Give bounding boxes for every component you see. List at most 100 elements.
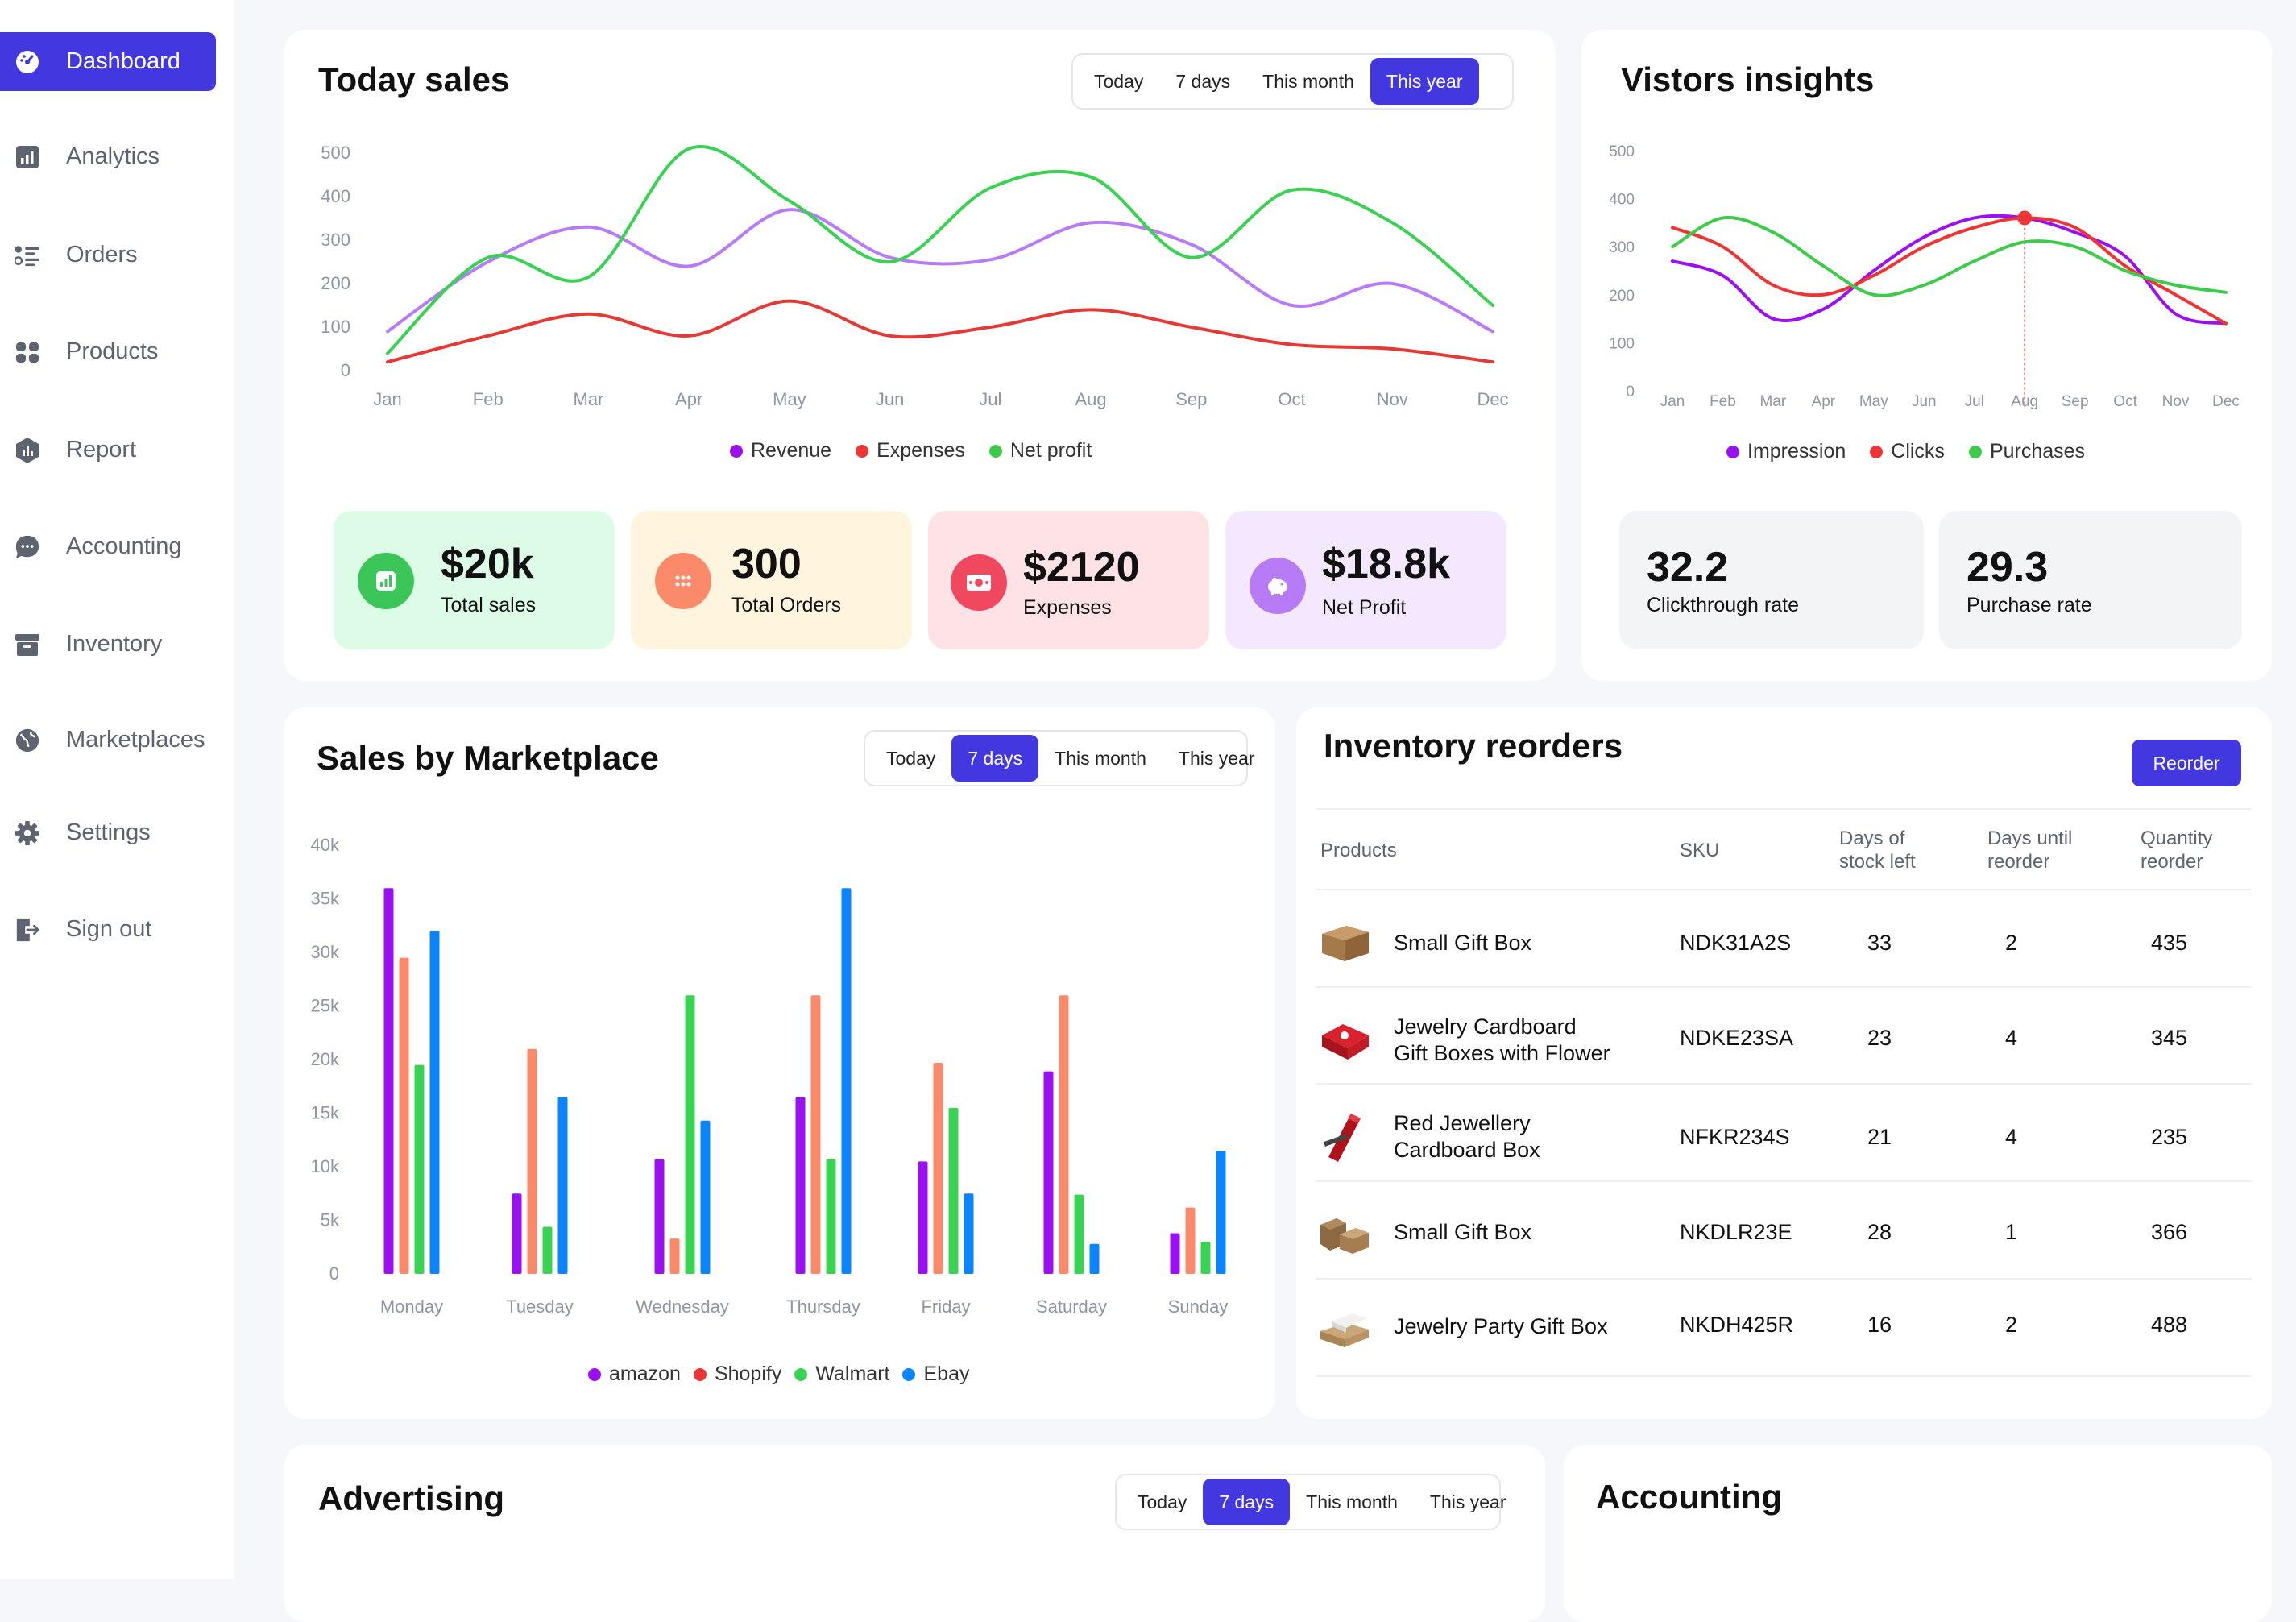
- globe-icon: [15, 728, 40, 753]
- bar-amazon-friday: [918, 1161, 928, 1274]
- y-tick-label: 15k: [311, 1103, 340, 1123]
- days-stock-cell: 23: [1867, 1026, 1892, 1050]
- bar-shopify-saturday: [1059, 995, 1069, 1274]
- sidebar-item-analytics[interactable]: Analytics: [0, 127, 216, 186]
- stat-value: 300: [731, 541, 802, 587]
- y-tick-label: 400: [1609, 192, 1635, 209]
- legend-net-profit: Net profit: [988, 439, 1092, 463]
- y-tick-label: 10k: [311, 1156, 340, 1176]
- divider: [1316, 808, 2252, 810]
- legend-dot: [1726, 445, 1739, 458]
- legend-dot: [794, 1367, 808, 1381]
- days-stock-cell: 16: [1867, 1313, 1892, 1337]
- divider: [1316, 1180, 2252, 1182]
- product-name: Jewelry Party Gift Box: [1394, 1314, 1608, 1338]
- stat-net-profit: $18.8k Net Profit: [1225, 511, 1506, 649]
- x-tick-label: Jun: [876, 389, 904, 409]
- sidebar-item-marketplaces[interactable]: Marketplaces: [0, 711, 216, 770]
- sidebar-item-sign-out[interactable]: Sign out: [0, 900, 216, 959]
- days-stock-cell: 28: [1867, 1220, 1892, 1244]
- legend-dot: [856, 444, 869, 458]
- sidebar-item-settings[interactable]: Settings: [0, 803, 216, 862]
- x-tick-label: Jul: [979, 389, 1001, 409]
- bar-walmart-wednesday: [685, 995, 695, 1274]
- x-tick-label: Feb: [1710, 393, 1736, 410]
- header-line: Days of: [1839, 828, 1905, 849]
- quantity-cell: 488: [2151, 1313, 2188, 1337]
- filter-this-year[interactable]: This year: [1414, 1479, 1523, 1525]
- column-header-sku: SKU: [1680, 840, 1720, 861]
- legend-label: amazon: [609, 1363, 681, 1385]
- bar-amazon-thursday: [795, 1097, 806, 1274]
- stat-value: $20k: [441, 541, 534, 587]
- filter-today[interactable]: Today: [1121, 1479, 1203, 1525]
- stat-label: Clickthrough rate: [1647, 594, 1799, 616]
- legend-amazon: amazon: [588, 1363, 681, 1386]
- bar-walmart-tuesday: [542, 1226, 553, 1274]
- sidebar-item-products[interactable]: Products: [0, 322, 216, 381]
- bar-ebay-wednesday: [700, 1120, 711, 1274]
- sidebar-item-inventory[interactable]: Inventory: [0, 615, 216, 674]
- sales-by-marketplace-card: Sales by Marketplace Today 7 days This m…: [284, 707, 1275, 1419]
- red-gift-box-icon: [1319, 1014, 1372, 1063]
- bar-shopify-tuesday: [527, 1048, 537, 1274]
- stat-label: Net Profit: [1322, 596, 1407, 619]
- stat-label: Total sales: [441, 594, 537, 616]
- x-tick-label: Apr: [675, 389, 702, 409]
- stat-total-sales: $20k Total sales: [334, 511, 615, 649]
- days-until-cell: 4: [2005, 1026, 2018, 1050]
- bar-ebay-sunday: [1216, 1151, 1226, 1274]
- sku-cell: NDKE23SA: [1680, 1026, 1794, 1050]
- x-tick-label: Mar: [574, 389, 604, 409]
- filter-this-month[interactable]: This month: [1290, 1479, 1414, 1525]
- x-tick-label: Sunday: [1168, 1296, 1229, 1317]
- accounting-card: Accounting: [1564, 1445, 2272, 1622]
- chat-bubble-icon: [15, 534, 40, 560]
- filter-7-days[interactable]: 7 days: [1203, 1479, 1291, 1525]
- sidebar-item-orders[interactable]: Orders: [0, 226, 216, 284]
- x-tick-label: Dec: [1477, 389, 1508, 409]
- divider: [1316, 1083, 2252, 1085]
- highlight-point: [2017, 210, 2033, 226]
- legend-label: Ebay: [923, 1363, 970, 1385]
- x-tick-label: Aug: [1075, 389, 1107, 409]
- sidebar-item-dashboard[interactable]: Dashboard: [0, 32, 216, 91]
- sidebar-item-label: Dashboard: [66, 48, 180, 74]
- bar-walmart-sunday: [1200, 1242, 1211, 1274]
- y-tick-label: 20k: [311, 1049, 340, 1069]
- cardboard-box-icon: [1319, 918, 1372, 966]
- x-tick-label: Friday: [921, 1296, 970, 1317]
- name-line: Jewelry Cardboard: [1394, 1014, 1577, 1039]
- y-tick-label: 0: [341, 360, 350, 380]
- legend-label: Revenue: [751, 439, 832, 462]
- product-name: Red Jewellery Cardboard Box: [1394, 1110, 1540, 1164]
- x-tick-label: Sep: [2062, 393, 2089, 410]
- bar-ebay-tuesday: [557, 1097, 568, 1274]
- sidebar-item-report[interactable]: Report: [0, 421, 216, 479]
- legend-walmart: Walmart: [794, 1363, 889, 1386]
- white-kraft-box-icon: [1319, 1302, 1372, 1350]
- bar-amazon-monday: [383, 888, 394, 1274]
- reorder-button[interactable]: Reorder: [2132, 740, 2241, 786]
- y-tick-label: 500: [321, 143, 350, 163]
- legend-label: Walmart: [815, 1363, 890, 1385]
- sidebar-item-accounting[interactable]: Accounting: [0, 517, 216, 576]
- bar-shopify-wednesday: [669, 1238, 680, 1274]
- y-tick-label: 30k: [311, 942, 340, 962]
- stat-label: Expenses: [1023, 596, 1112, 619]
- chart-legend: Impression Clicks Purchases: [1726, 440, 2109, 463]
- sidebar: Dashboard Analytics Orders Products Repo…: [0, 0, 234, 1579]
- chart-legend: amazon Shopify Walmart Ebay: [588, 1363, 993, 1386]
- y-tick-label: 300: [1609, 239, 1635, 256]
- stat-total-orders: 300 Total Orders: [631, 511, 912, 649]
- sidebar-item-label: Accounting: [66, 533, 182, 559]
- period-filter: Today 7 days This month This year: [1115, 1474, 1506, 1530]
- legend-dot: [902, 1367, 916, 1381]
- quantity-cell: 366: [2151, 1220, 2188, 1244]
- legend-purchases: Purchases: [1968, 440, 2085, 463]
- sign-out-icon: [15, 917, 40, 943]
- visitors-insights-card: Vistors insights 0 100 200 300 400 500 Jan Feb M…: [1581, 30, 2272, 681]
- legend-label: Net profit: [1009, 439, 1092, 462]
- list-icon: [15, 243, 40, 268]
- advertising-card: Advertising Today 7 days This month This…: [284, 1445, 1545, 1622]
